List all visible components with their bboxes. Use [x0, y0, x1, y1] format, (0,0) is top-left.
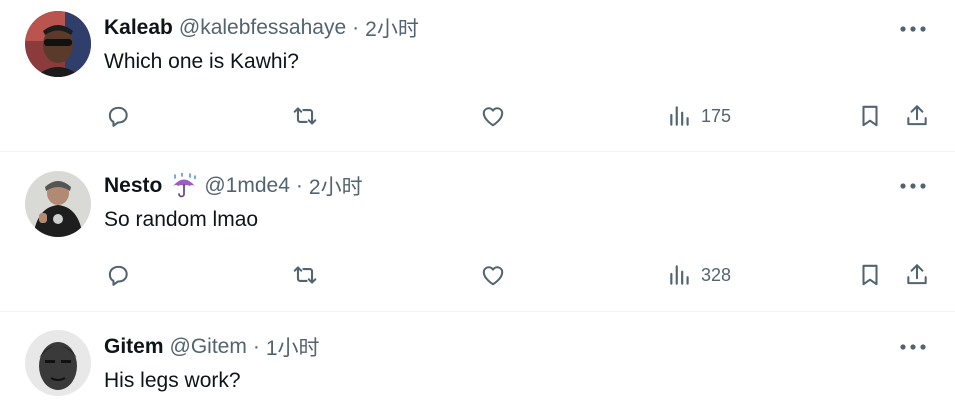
views-button[interactable]: 328	[667, 255, 731, 295]
like-icon	[482, 107, 504, 127]
share-button[interactable]	[904, 96, 930, 136]
bookmark-icon	[862, 264, 878, 286]
views-icon	[670, 265, 689, 285]
views-count: 175	[701, 105, 732, 126]
reply-button[interactable]	[105, 255, 131, 295]
views-icon	[670, 106, 689, 126]
bookmark-button[interactable]	[857, 96, 883, 136]
retweet-icon	[293, 107, 317, 125]
reply-button[interactable]	[105, 96, 131, 136]
tweet[interactable]: Kaleab @kalebfessahaye · 2小时 Which one i…	[0, 0, 955, 152]
more-icon[interactable]	[893, 171, 933, 201]
reply-icon	[108, 265, 128, 286]
retweet-button[interactable]	[292, 255, 318, 295]
user-handle[interactable]: @kalebfessahaye	[179, 16, 346, 40]
separator-dot: ·	[252, 335, 260, 358]
share-icon	[907, 105, 927, 126]
like-button[interactable]	[480, 96, 506, 136]
more-icon[interactable]	[893, 332, 933, 362]
tweet-header: Nesto @1mde4 · 2小时	[104, 171, 363, 201]
reply-icon	[108, 106, 128, 127]
tweet-text: His legs work?	[104, 369, 241, 392]
bookmark-icon	[862, 105, 878, 127]
user-handle[interactable]: @1mde4	[204, 174, 290, 198]
tweet-text: Which one is Kawhi?	[104, 50, 299, 73]
timestamp[interactable]: 2小时	[309, 171, 363, 201]
more-icon[interactable]	[893, 14, 933, 44]
tweet[interactable]: Gitem @Gitem · 1小时 His legs work?	[0, 312, 955, 413]
tweet-header: Kaleab @kalebfessahaye · 2小时	[104, 13, 419, 43]
user-handle[interactable]: @Gitem	[170, 335, 247, 359]
separator-dot: ·	[352, 16, 360, 39]
umbrella-rain-icon	[170, 173, 198, 199]
avatar[interactable]	[25, 11, 91, 77]
action-bar: 175	[0, 96, 955, 136]
bookmark-button[interactable]	[857, 255, 883, 295]
display-name[interactable]: Nesto	[104, 174, 162, 198]
views-count: 328	[701, 264, 732, 285]
timestamp[interactable]: 2小时	[365, 13, 419, 43]
tweet-header: Gitem @Gitem · 1小时	[104, 332, 320, 362]
avatar[interactable]	[25, 171, 91, 237]
like-button[interactable]	[480, 255, 506, 295]
views-button[interactable]: 175	[667, 96, 731, 136]
avatar[interactable]	[25, 330, 91, 396]
tweet[interactable]: Nesto @1mde4 · 2小时 So random lmao 328	[0, 152, 955, 312]
display-name[interactable]: Gitem	[104, 335, 164, 359]
retweet-button[interactable]	[292, 96, 318, 136]
share-icon	[907, 264, 927, 285]
display-name[interactable]: Kaleab	[104, 16, 173, 40]
timestamp[interactable]: 1小时	[266, 332, 320, 362]
tweet-text: So random lmao	[104, 208, 259, 231]
separator-dot: ·	[295, 174, 303, 197]
action-bar: 328	[0, 255, 955, 295]
share-button[interactable]	[904, 255, 930, 295]
like-icon	[482, 266, 504, 286]
retweet-icon	[293, 266, 317, 284]
